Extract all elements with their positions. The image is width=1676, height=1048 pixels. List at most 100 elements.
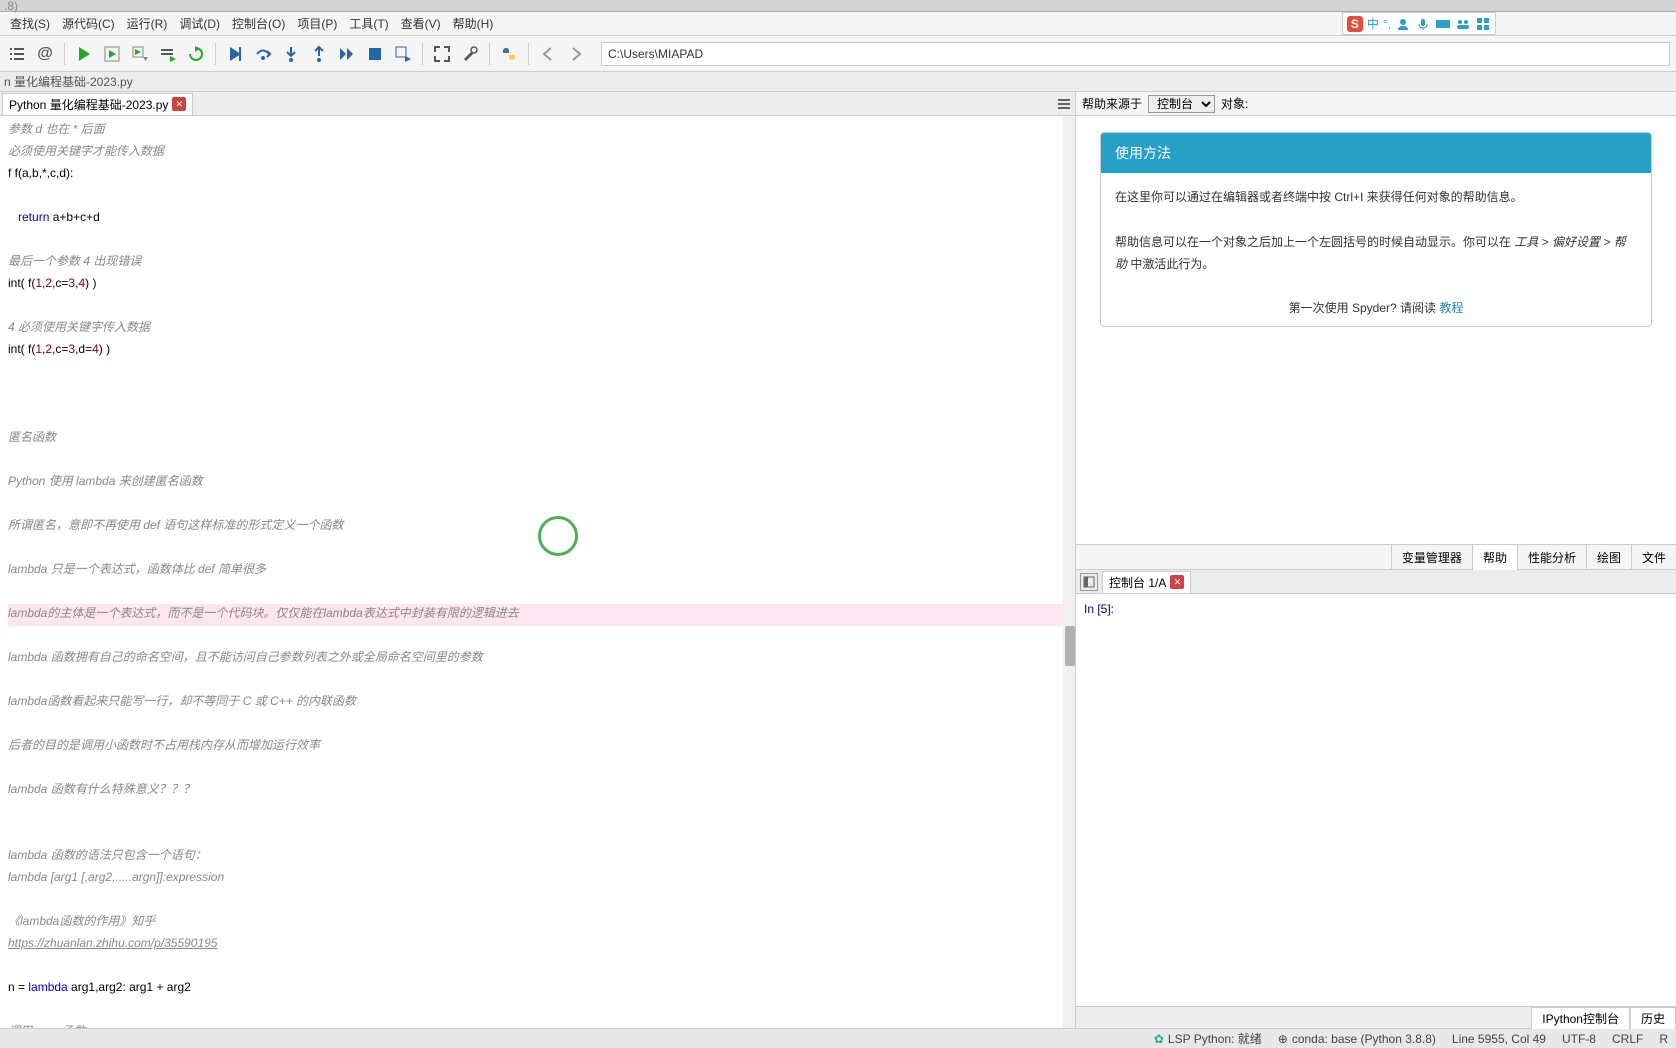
- code-line[interactable]: https://zhuanlan.zhihu.com/p/35590195: [8, 934, 1067, 956]
- code-line[interactable]: lambda [arg1 [,arg2,.....argn]]:expressi…: [8, 868, 1067, 890]
- ime-people-icon[interactable]: [1455, 16, 1471, 32]
- tab-history[interactable]: 历史: [1630, 1007, 1676, 1029]
- ime-lang[interactable]: 中: [1367, 15, 1379, 32]
- debug-icon[interactable]: [224, 43, 246, 65]
- code-line[interactable]: [8, 406, 1067, 428]
- ime-mic-icon[interactable]: [1415, 16, 1431, 32]
- code-line[interactable]: [8, 384, 1067, 406]
- step-over-icon[interactable]: [252, 43, 274, 65]
- code-line[interactable]: return a+b+c+d: [8, 208, 1067, 230]
- at-icon[interactable]: @: [34, 43, 56, 65]
- code-line[interactable]: [8, 186, 1067, 208]
- code-line[interactable]: [8, 362, 1067, 384]
- code-line[interactable]: lambda 函数的语法只包含一个语句：: [8, 846, 1067, 868]
- code-line[interactable]: 《lambda函数的作用》知乎: [8, 912, 1067, 934]
- status-encoding[interactable]: UTF-8: [1562, 1032, 1596, 1046]
- menu-debug[interactable]: 调试(D): [173, 13, 226, 34]
- tab-plots[interactable]: 绘图: [1586, 545, 1631, 570]
- code-line[interactable]: f f(a,b,*,c,d):: [8, 164, 1067, 186]
- status-eol[interactable]: CRLF: [1612, 1032, 1643, 1046]
- editor-tab[interactable]: Python 量化编程基础-2023.py ✕: [2, 93, 193, 115]
- code-line[interactable]: [8, 758, 1067, 780]
- code-line[interactable]: lambda 函数有什么特殊意义？？？: [8, 780, 1067, 802]
- rerun-icon[interactable]: [185, 43, 207, 65]
- tab-help[interactable]: 帮助: [1472, 545, 1517, 570]
- code-line[interactable]: [8, 626, 1067, 648]
- code-line[interactable]: 所谓匿名，意即不再使用 def 语句这样标准的形式定义一个函数: [8, 516, 1067, 538]
- code-line[interactable]: [8, 890, 1067, 912]
- tutorial-link[interactable]: 教程: [1439, 301, 1463, 315]
- tab-profiler[interactable]: 性能分析: [1517, 545, 1586, 570]
- code-line[interactable]: lambda的主体是一个表达式，而不是一个代码块。仅仅能在lambda表达式中封…: [8, 604, 1067, 626]
- code-line[interactable]: [8, 956, 1067, 978]
- code-line[interactable]: 4 必须使用关键字传入数据: [8, 318, 1067, 340]
- step-in-icon[interactable]: [280, 43, 302, 65]
- ipython-console[interactable]: In [5]:: [1076, 594, 1676, 1006]
- code-line[interactable]: 调用 sum 函数: [8, 1022, 1067, 1028]
- step-out-icon[interactable]: [308, 43, 330, 65]
- run-cell-advance-icon[interactable]: [129, 43, 151, 65]
- menu-project[interactable]: 项目(P): [291, 13, 343, 34]
- code-line[interactable]: [8, 296, 1067, 318]
- code-line[interactable]: [8, 824, 1067, 846]
- preferences-icon[interactable]: [459, 43, 481, 65]
- code-line[interactable]: 参数 d 也在 * 后面: [8, 120, 1067, 142]
- code-line[interactable]: [8, 230, 1067, 252]
- maximize-icon[interactable]: [431, 43, 453, 65]
- code-line[interactable]: 后者的目的是调用小函数时不占用栈内存从而增加运行效率: [8, 736, 1067, 758]
- continue-icon[interactable]: [336, 43, 358, 65]
- ime-toolbar[interactable]: S 中 °,: [1342, 12, 1496, 35]
- code-line[interactable]: lambda 函数拥有自己的命名空间，且不能访问自己参数列表之外或全局命名空间里…: [8, 648, 1067, 670]
- run-icon[interactable]: [73, 43, 95, 65]
- status-line-col[interactable]: Line 5955, Col 49: [1452, 1032, 1546, 1046]
- tab-ipython-console[interactable]: IPython控制台: [1531, 1007, 1630, 1029]
- ime-keyboard-icon[interactable]: [1435, 16, 1451, 32]
- code-line[interactable]: Python 使用 lambda 来创建匿名函数: [8, 472, 1067, 494]
- menu-help[interactable]: 帮助(H): [447, 13, 500, 34]
- collapse-panes-icon[interactable]: [1053, 93, 1075, 115]
- ime-grid-icon[interactable]: [1475, 16, 1491, 32]
- run-selection-icon[interactable]: [157, 43, 179, 65]
- code-line[interactable]: 匿名函数: [8, 428, 1067, 450]
- nav-forward-icon[interactable]: [565, 43, 587, 65]
- console-toggle-icon[interactable]: [1080, 573, 1098, 591]
- code-line[interactable]: lambda 只是一个表达式，函数体比 def 简单很多: [8, 560, 1067, 582]
- debug-from-icon[interactable]: [392, 43, 414, 65]
- python-path-icon[interactable]: [498, 43, 520, 65]
- stop-debug-icon[interactable]: [364, 43, 386, 65]
- status-conda[interactable]: ⊕conda: base (Python 3.8.8): [1278, 1032, 1436, 1046]
- code-line[interactable]: [8, 450, 1067, 472]
- code-line[interactable]: lambda函数看起来只能写一行，却不等同于 C 或 C++ 的内联函数: [8, 692, 1067, 714]
- nav-back-icon[interactable]: [537, 43, 559, 65]
- close-icon[interactable]: ✕: [1170, 575, 1184, 589]
- menu-run[interactable]: 运行(R): [121, 13, 174, 34]
- console-tab[interactable]: 控制台 1/A ✕: [1102, 571, 1191, 593]
- menu-console[interactable]: 控制台(O): [226, 13, 291, 34]
- code-line[interactable]: 最后一个参数 4 出现错误: [8, 252, 1067, 274]
- menu-view[interactable]: 查看(V): [395, 13, 447, 34]
- code-editor[interactable]: 参数 d 也在 * 后面必须使用关键字才能传入数据f f(a,b,*,c,d):…: [0, 116, 1075, 1028]
- close-icon[interactable]: ✕: [172, 97, 186, 111]
- code-line[interactable]: n = lambda arg1,arg2: arg1 + arg2: [8, 978, 1067, 1000]
- menu-find[interactable]: 查找(S): [4, 13, 56, 34]
- code-line[interactable]: [8, 714, 1067, 736]
- help-source-select[interactable]: 控制台: [1148, 95, 1215, 113]
- code-line[interactable]: [8, 1000, 1067, 1022]
- menu-source[interactable]: 源代码(C): [56, 13, 121, 34]
- tab-files[interactable]: 文件: [1631, 545, 1676, 570]
- code-line[interactable]: [8, 582, 1067, 604]
- code-line[interactable]: [8, 494, 1067, 516]
- ime-punct-icon[interactable]: °,: [1383, 17, 1391, 31]
- code-line[interactable]: [8, 802, 1067, 824]
- outline-icon[interactable]: [6, 43, 28, 65]
- code-line[interactable]: int( f(1,2,c=3,d=4) ): [8, 340, 1067, 362]
- tab-variable-explorer[interactable]: 变量管理器: [1391, 545, 1472, 570]
- menu-tools[interactable]: 工具(T): [343, 13, 394, 34]
- code-line[interactable]: [8, 670, 1067, 692]
- code-line[interactable]: 必须使用关键字才能传入数据: [8, 142, 1067, 164]
- editor-scrollbar[interactable]: [1063, 116, 1075, 1028]
- working-dir-input[interactable]: C:\Users\MIAPAD: [601, 42, 1670, 66]
- code-line[interactable]: [8, 538, 1067, 560]
- code-line[interactable]: int( f(1,2,c=3,4) ): [8, 274, 1067, 296]
- status-lsp[interactable]: ✿LSP Python: 就绪: [1154, 1030, 1262, 1047]
